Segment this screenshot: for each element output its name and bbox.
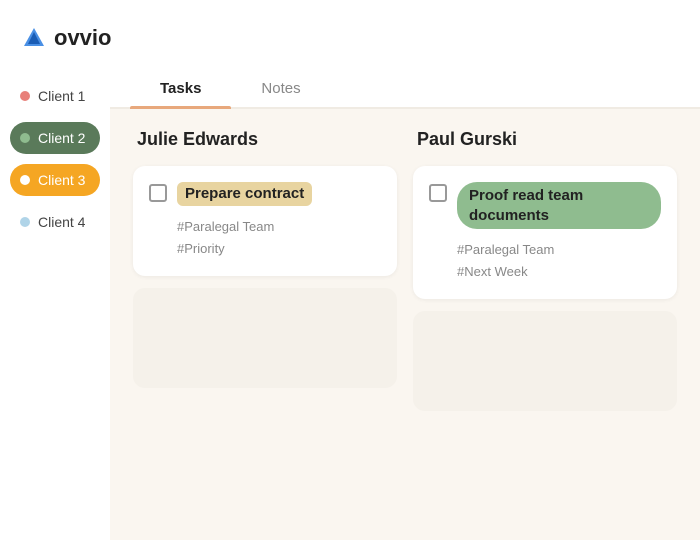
sidebar-item-client3-label: Client 3 — [38, 172, 85, 188]
main-layout: Client 1 Client 2 Client 3 Client 4 Task… — [0, 60, 700, 540]
tabs-bar: Tasks Notes — [110, 70, 700, 109]
empty-card-1 — [133, 288, 397, 388]
header: ovvio — [0, 0, 700, 60]
tab-tasks[interactable]: Tasks — [130, 70, 231, 107]
sidebar-item-client1[interactable]: Client 1 — [10, 80, 100, 112]
tag-paralegal-2: #Paralegal Team — [457, 239, 661, 261]
sidebar-item-client4-label: Client 4 — [38, 214, 85, 230]
task-tags-1: #Paralegal Team #Priority — [149, 216, 381, 260]
client4-dot — [20, 217, 30, 227]
tab-notes[interactable]: Notes — [231, 70, 330, 107]
empty-card-2 — [413, 311, 677, 411]
sidebar-item-client1-label: Client 1 — [38, 88, 85, 104]
tag-priority: #Priority — [177, 238, 381, 260]
sidebar-item-client2-label: Client 2 — [38, 130, 85, 146]
task-label-2: Proof read team documents — [457, 182, 661, 229]
column-julie-title: Julie Edwards — [133, 129, 397, 150]
client1-dot — [20, 91, 30, 101]
column-paul: Paul Gurski Proof read team documents #P… — [405, 129, 685, 520]
task-label-1: Prepare contract — [177, 182, 312, 206]
task-tags-2: #Paralegal Team #Next Week — [429, 239, 661, 283]
task-checkbox-2[interactable] — [429, 184, 447, 202]
task-card-prepare-contract: Prepare contract #Paralegal Team #Priori… — [133, 166, 397, 276]
logo-icon — [20, 24, 48, 52]
tag-paralegal-1: #Paralegal Team — [177, 216, 381, 238]
kanban-board: Julie Edwards Prepare contract #Paralega… — [110, 109, 700, 540]
task-checkbox-1[interactable] — [149, 184, 167, 202]
client3-dot — [20, 175, 30, 185]
column-paul-title: Paul Gurski — [413, 129, 677, 150]
sidebar-item-client4[interactable]: Client 4 — [10, 206, 100, 238]
client2-dot — [20, 133, 30, 143]
task-header-1: Prepare contract — [149, 182, 381, 206]
sidebar-item-client3[interactable]: Client 3 — [10, 164, 100, 196]
task-card-proofread: Proof read team documents #Paralegal Tea… — [413, 166, 677, 299]
sidebar-item-client2[interactable]: Client 2 — [10, 122, 100, 154]
tag-next-week: #Next Week — [457, 261, 661, 283]
logo: ovvio — [20, 24, 111, 52]
content-area: Tasks Notes Julie Edwards Prepare contra… — [110, 60, 700, 540]
logo-text: ovvio — [54, 25, 111, 51]
sidebar: Client 1 Client 2 Client 3 Client 4 — [0, 60, 110, 540]
task-header-2: Proof read team documents — [429, 182, 661, 229]
column-julie: Julie Edwards Prepare contract #Paralega… — [125, 129, 405, 520]
